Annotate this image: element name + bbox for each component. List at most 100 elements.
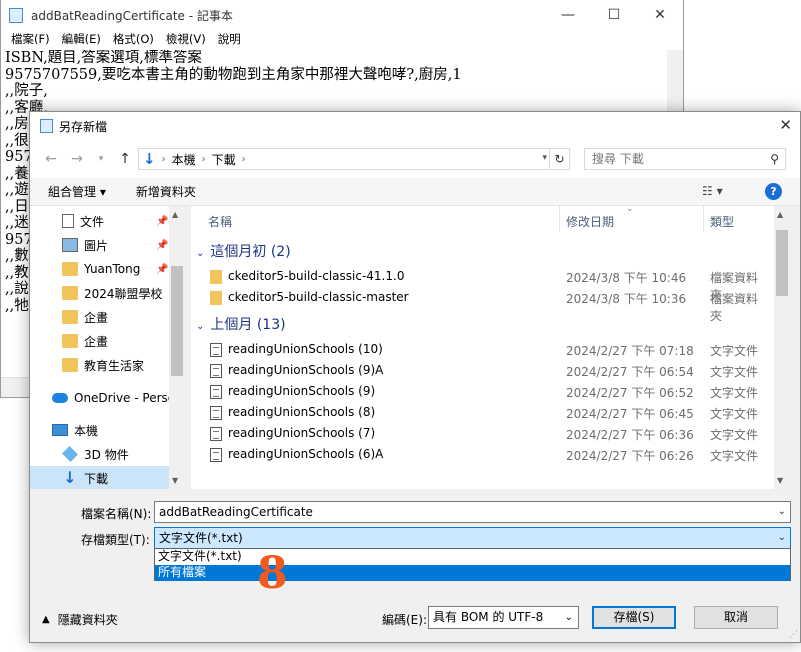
recent-chevron-down-icon[interactable]: ▾ (90, 154, 112, 164)
file-date: 2024/2/27 下午 06:26 (566, 449, 694, 463)
filetype-value: 文字文件(*.txt) (159, 531, 243, 545)
file-row[interactable]: ckeditor5-build-classic-master 2024/3/8 下… (208, 287, 768, 323)
pin-icon: 📌 (156, 239, 169, 251)
minimize-icon[interactable]: — (545, 0, 591, 30)
nav-item-documents[interactable]: 文件 📌 (30, 209, 185, 233)
file-row[interactable]: readingUnionSchools (6)A 2024/2/27 下午 06:… (208, 444, 768, 465)
file-type: 文字文件 (710, 407, 759, 421)
cancel-button[interactable]: 取消 (694, 606, 778, 629)
search-input[interactable]: 搜尋 下載 ⚲ (584, 148, 786, 170)
chevron-down-icon[interactable]: ⌄ (778, 528, 786, 548)
address-row: ← → ▾ ↑ ↓ › 本機 › 下載 › ▾ ↻ 搜尋 下載 ⚲ (30, 140, 800, 178)
resize-grip-icon[interactable]: ⋰ (789, 630, 798, 640)
scrollbar-thumb[interactable] (171, 266, 183, 376)
chevron-right-icon[interactable]: › (202, 154, 206, 165)
download-icon: ↓ (63, 468, 77, 487)
filename-input[interactable]: addBatReadingCertificate ⌄ (154, 501, 791, 523)
text-file-icon (210, 427, 222, 441)
pin-icon: 📌 (156, 215, 169, 227)
column-date[interactable]: 修改日期 (566, 213, 614, 230)
file-row[interactable]: readingUnionSchools (8) 2024/2/27 下午 06:4… (208, 402, 768, 423)
refresh-icon[interactable]: ↻ (549, 149, 569, 169)
chevron-down-icon[interactable]: ⌄ (565, 607, 573, 628)
group-header-last-month[interactable]: ⌄ 上個月 (13) (196, 314, 286, 334)
up-arrow-icon[interactable]: ↑ (114, 151, 136, 167)
group-header-this-month[interactable]: ⌄ 這個月初 (2) (196, 241, 291, 261)
scroll-down-icon[interactable]: ▼ (777, 476, 783, 485)
column-divider[interactable] (703, 206, 704, 232)
new-folder-button[interactable]: 新增資料夾 (136, 183, 196, 200)
folder-icon (210, 291, 222, 305)
close-icon[interactable]: ✕ (779, 116, 792, 134)
file-row[interactable]: readingUnionSchools (10) 2024/2/27 下午 07:… (208, 339, 768, 360)
column-name[interactable]: 名稱 (208, 213, 232, 230)
file-row[interactable]: readingUnionSchools (9) 2024/2/27 下午 06:5… (208, 381, 768, 402)
view-options-icon[interactable]: ☷ ▾ (702, 184, 723, 198)
column-header: 名稱 修改日期 ⌄ 類型 (191, 206, 774, 232)
nav-item-this-pc[interactable]: 本機 (30, 418, 185, 442)
forward-arrow-icon[interactable]: → (66, 151, 88, 167)
file-list-scrollbar[interactable]: ▲ ▼ (774, 206, 790, 489)
folder-icon (210, 270, 222, 284)
chevron-right-icon[interactable]: › (242, 154, 246, 165)
address-dropdown-icon[interactable]: ▾ (542, 153, 547, 163)
file-row[interactable]: readingUnionSchools (9)A 2024/2/27 下午 06:… (208, 360, 768, 381)
file-date: 2024/2/27 下午 07:18 (566, 344, 694, 358)
cloud-icon (52, 393, 68, 403)
scroll-up-icon[interactable]: ▲ (777, 210, 783, 219)
scroll-up-icon[interactable]: ▲ (172, 210, 178, 219)
maximize-icon[interactable]: ☐ (591, 0, 637, 30)
cube-icon (62, 446, 78, 462)
menu-edit[interactable]: 編輯(E) (56, 30, 107, 49)
file-type: 文字文件 (710, 386, 759, 400)
menu-format[interactable]: 格式(O) (107, 30, 160, 49)
hide-folders-toggle[interactable]: ▲ 隱藏資料夾 (42, 611, 118, 628)
encoding-select[interactable]: 具有 BOM 的 UTF-8 ⌄ (428, 606, 579, 629)
navigation-scrollbar[interactable]: ▲ ▼ (169, 206, 185, 489)
back-arrow-icon[interactable]: ← (40, 151, 62, 167)
nav-item-3d-objects[interactable]: 3D 物件 (30, 442, 185, 466)
breadcrumb-root[interactable]: 本機 (172, 151, 196, 168)
collapse-chevron-icon[interactable]: ⌄ (196, 248, 204, 259)
nav-item-downloads[interactable]: ↓ 下載 (30, 466, 185, 489)
file-row[interactable]: readingUnionSchools (7) 2024/2/27 下午 06:3… (208, 423, 768, 444)
column-type[interactable]: 類型 (710, 213, 734, 230)
menu-view[interactable]: 檢視(V) (160, 30, 212, 49)
help-icon[interactable]: ? (765, 183, 782, 200)
navigation-pane: 文件 📌 圖片 📌 YuanTong 📌 2024聯盟學校「 企畫 企畫 教育生活家 … (30, 206, 185, 489)
scroll-down-icon[interactable]: ▼ (172, 476, 178, 485)
nav-item-2024-union[interactable]: 2024聯盟學校「 (30, 281, 185, 305)
file-date: 2024/2/27 下午 06:36 (566, 428, 694, 442)
nav-item-label: 圖片 (84, 238, 109, 253)
organize-button[interactable]: 組合管理 ▾ (48, 183, 106, 200)
nav-item-planning-1[interactable]: 企畫 (30, 305, 185, 329)
filetype-label: 存檔類型(T): (81, 533, 150, 547)
search-icon: ⚲ (770, 152, 779, 166)
menu-help[interactable]: 說明 (212, 30, 247, 49)
nav-item-label: YuanTong (84, 262, 141, 276)
filetype-select[interactable]: 文字文件(*.txt) ⌄ (154, 527, 791, 549)
nav-item-education[interactable]: 教育生活家 (30, 353, 185, 377)
scrollbar-thumb[interactable] (776, 230, 788, 296)
filetype-option-txt[interactable]: 文字文件(*.txt) (155, 549, 790, 565)
nav-item-yuantong[interactable]: YuanTong 📌 (30, 257, 185, 281)
breadcrumb-current[interactable]: 下載 (212, 151, 236, 168)
column-divider[interactable] (559, 206, 560, 232)
encoding-label: 編碼(E): (382, 613, 427, 627)
file-row[interactable]: ckeditor5-build-classic-41.1.0 2024/3/8 下… (208, 266, 768, 302)
address-bar[interactable]: ↓ › 本機 › 下載 › ▾ ↻ (138, 148, 570, 170)
filename-value: addBatReadingCertificate (159, 505, 313, 519)
toolbar: 組合管理 ▾ 新增資料夾 ☷ ▾ ? (30, 178, 800, 206)
nav-item-planning-2[interactable]: 企畫 (30, 329, 185, 353)
menu-file[interactable]: 檔案(F) (5, 30, 56, 49)
chevron-right-icon[interactable]: › (162, 154, 166, 165)
step-annotation: 8 (257, 548, 288, 599)
chevron-down-icon[interactable]: ⌄ (778, 502, 786, 522)
save-button[interactable]: 存檔(S) (592, 606, 676, 629)
collapse-chevron-icon[interactable]: ⌄ (196, 321, 204, 332)
nav-item-pictures[interactable]: 圖片 📌 (30, 233, 185, 257)
nav-item-onedrive[interactable]: OneDrive - Perso (30, 386, 185, 410)
filetype-option-all[interactable]: 所有檔案 (155, 565, 790, 581)
nav-item-label: 下載 (84, 471, 109, 486)
close-icon[interactable]: ✕ (637, 0, 683, 30)
